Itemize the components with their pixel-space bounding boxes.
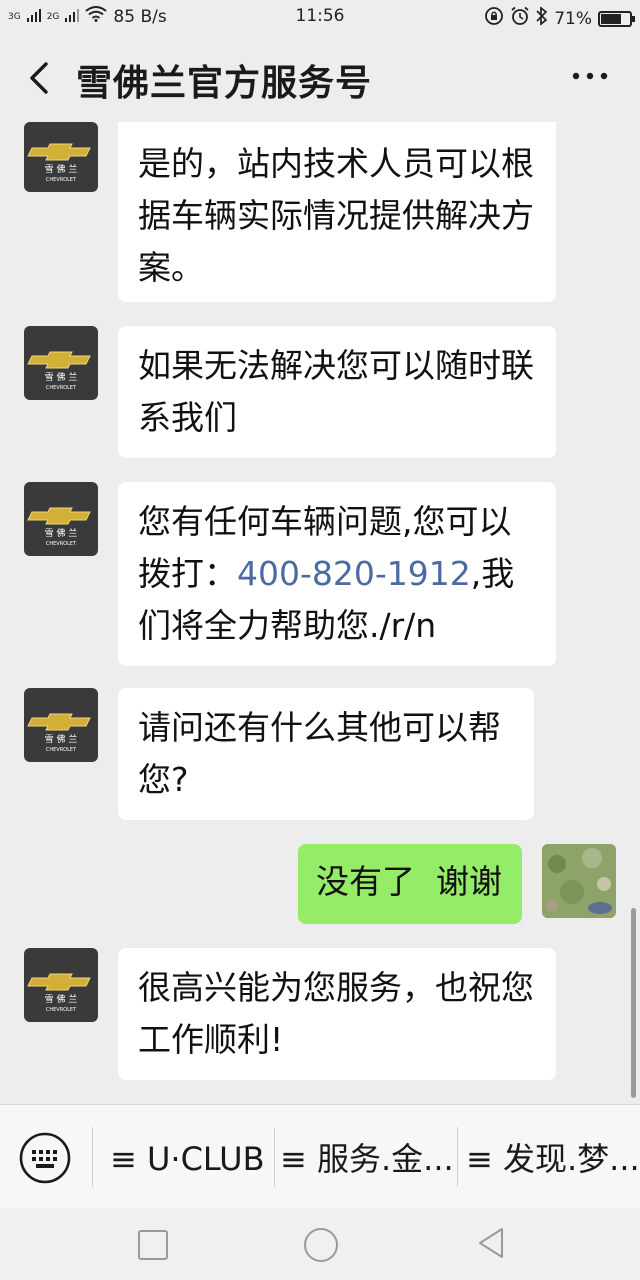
battery-icon [598,10,635,27]
bluetooth-icon [536,6,548,31]
message-bubble[interactable]: 如果无法解决您可以随时联系我们 [118,326,556,458]
chat-header: 雪佛兰官方服务号 [0,34,640,122]
chevrolet-avatar[interactable]: 雪 佛 兰 CHEVROLET [24,122,98,192]
back-triangle-icon[interactable] [476,1226,506,1260]
chevrolet-avatar[interactable]: 雪 佛 兰 CHEVROLET [24,948,98,1022]
menu-item-service[interactable]: ≡ 服务.金... [280,1129,454,1189]
keyboard-icon[interactable] [18,1131,72,1185]
battery-percent: 71% [554,8,592,29]
message-bubble[interactable]: 很高兴能为您服务，也祝您工作顺利! [118,948,556,1080]
message-text: 如果无法解决您可以随时联系我们 [138,346,534,437]
svg-text:雪 佛 兰: 雪 佛 兰 [45,371,78,383]
message-text: 没有了 谢谢 [316,862,502,901]
message-bubble[interactable]: 是的，站内技术人员可以根据车辆实际情况提供解决方案。 [118,122,556,302]
menu-item-uclub[interactable]: ≡ U·CLUB [110,1129,265,1189]
svg-text:雪 佛 兰: 雪 佛 兰 [45,733,78,745]
scrollbar[interactable] [631,908,636,1098]
more-options-icon[interactable] [570,66,610,86]
svg-text:CHEVROLET: CHEVROLET [46,1007,77,1013]
menu-divider [457,1127,458,1187]
chat-area[interactable]: 雪 佛 兰 CHEVROLET 是的，站内技术人员可以根据车辆实际情况提供解决方案… [0,122,640,1104]
message-text: 很高兴能为您服务，也祝您工作顺利! [138,968,534,1059]
rotation-lock-icon [484,6,504,31]
clock: 11:56 [295,6,345,26]
svg-text:雪 佛 兰: 雪 佛 兰 [45,993,78,1005]
svg-text:雪 佛 兰: 雪 佛 兰 [45,163,78,175]
home-icon[interactable] [304,1228,338,1262]
status-bar: 3G 2G 85 B/s 11:56 71% [0,0,640,34]
back-arrow-icon[interactable] [22,56,62,100]
user-message-bubble[interactable]: 没有了 谢谢 [298,844,522,924]
system-nav-bar [0,1208,640,1280]
svg-text:CHEVROLET: CHEVROLET [46,385,77,391]
menu-divider [92,1127,93,1187]
svg-text:雪 佛 兰: 雪 佛 兰 [45,527,78,539]
message-bubble[interactable]: 请问还有什么其他可以帮您? [118,688,534,820]
chevrolet-avatar[interactable]: 雪 佛 兰 CHEVROLET [24,482,98,556]
recent-apps-icon[interactable] [138,1230,168,1260]
svg-text:CHEVROLET: CHEVROLET [46,541,77,547]
message-text: 是的，站内技术人员可以根据车辆实际情况提供解决方案。 [138,144,534,287]
phone-link[interactable]: 400-820-1912 [237,554,471,593]
user-avatar[interactable] [542,844,616,918]
svg-text:CHEVROLET: CHEVROLET [46,177,77,183]
chevrolet-avatar[interactable]: 雪 佛 兰 CHEVROLET [24,688,98,762]
message-bubble[interactable]: 您有任何车辆问题,您可以拨打：400-820-1912,我们将全力帮助您./r/… [118,482,556,666]
page-title: 雪佛兰官方服务号 [76,63,373,104]
alarm-icon [510,6,530,31]
message-text: 请问还有什么其他可以帮您? [138,708,501,799]
svg-text:CHEVROLET: CHEVROLET [46,747,77,753]
service-menu-bar: ≡ U·CLUB ≡ 服务.金... ≡ 发现.梦... [0,1104,640,1208]
chevrolet-avatar[interactable]: 雪 佛 兰 CHEVROLET [24,326,98,400]
menu-item-discover[interactable]: ≡ 发现.梦... [466,1129,640,1189]
menu-divider [274,1127,275,1187]
